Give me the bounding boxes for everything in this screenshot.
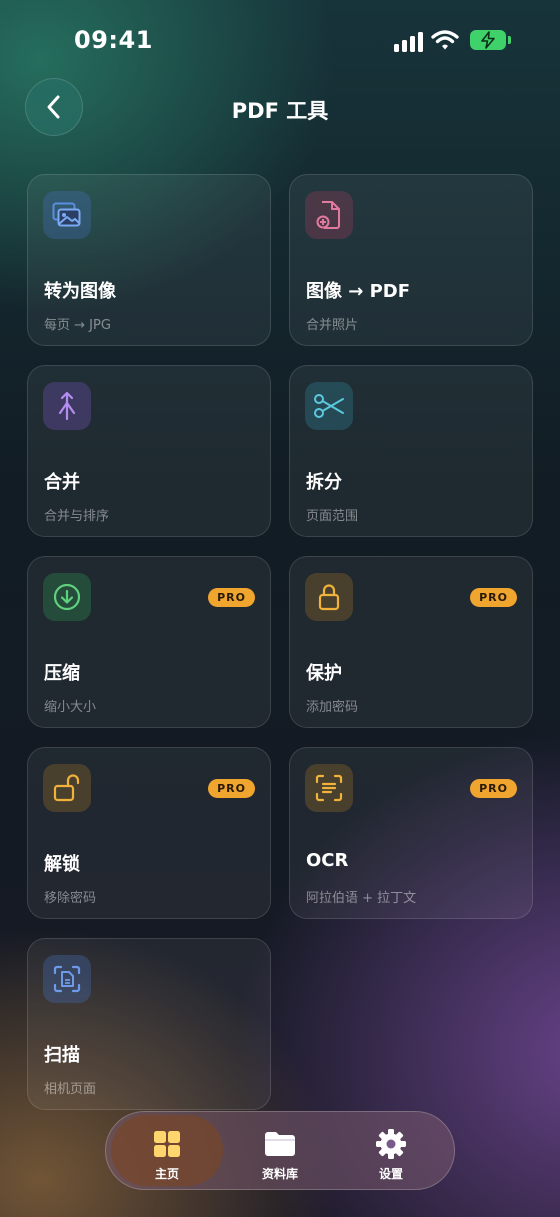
tab-library[interactable]: 资料库	[224, 1115, 336, 1186]
tab-label: 资料库	[261, 1167, 298, 1181]
tool-subtitle: 添加密码	[306, 700, 359, 715]
document-scan-icon	[43, 955, 91, 1003]
tool-title: 合并	[44, 472, 80, 493]
tool-subtitle: 移除密码	[44, 891, 97, 906]
tool-subtitle: 合并与排序	[44, 509, 110, 524]
tool-card-merge[interactable]: 合并 合并与排序	[27, 365, 271, 537]
tool-card-compress[interactable]: PRO 压缩 缩小大小	[27, 556, 271, 728]
tool-title: OCR	[306, 850, 349, 871]
download-circle-icon	[43, 573, 91, 621]
tool-title: 保护	[306, 663, 342, 684]
grid-icon	[153, 1129, 181, 1159]
tool-subtitle: 相机页面	[44, 1082, 97, 1097]
tool-title: 压缩	[44, 663, 80, 684]
cellular-signal-icon	[394, 30, 424, 52]
tool-title: 图像 → PDF	[306, 281, 411, 302]
tool-title: 拆分	[306, 472, 342, 493]
tool-card-to-image[interactable]: 转为图像 每页 → JPG	[27, 174, 271, 346]
status-time: 09:41	[74, 26, 153, 54]
tool-subtitle: 页面范围	[306, 509, 359, 524]
tool-title: 转为图像	[44, 281, 116, 302]
wifi-icon	[431, 30, 459, 50]
battery-charging-icon	[470, 30, 511, 50]
tool-title: 解锁	[44, 854, 80, 875]
file-add-icon	[305, 191, 353, 239]
lock-icon	[305, 573, 353, 621]
tool-subtitle: 缩小大小	[44, 700, 97, 715]
text-scan-icon	[305, 764, 353, 812]
tool-title: 扫描	[44, 1045, 80, 1066]
page-title: PDF 工具	[231, 99, 329, 123]
tool-subtitle: 阿拉伯语 + 拉丁文	[306, 891, 417, 906]
pro-badge: PRO	[208, 588, 255, 607]
tab-settings[interactable]: 设置	[335, 1115, 447, 1186]
tab-label: 设置	[378, 1167, 403, 1181]
scissors-icon	[305, 382, 353, 430]
tool-card-split[interactable]: 拆分 页面范围	[289, 365, 533, 537]
folder-icon	[263, 1129, 297, 1159]
merge-icon	[43, 382, 91, 430]
images-icon	[43, 191, 91, 239]
tab-label: 主页	[154, 1167, 179, 1181]
tool-subtitle: 合并照片	[306, 318, 359, 333]
pro-badge: PRO	[470, 588, 517, 607]
pro-badge: PRO	[208, 779, 255, 798]
tool-card-protect[interactable]: PRO 保护 添加密码	[289, 556, 533, 728]
status-bar: 09:41	[0, 0, 560, 84]
tool-card-ocr[interactable]: PRO OCR 阿拉伯语 + 拉丁文	[289, 747, 533, 919]
gear-icon	[375, 1129, 407, 1159]
tool-card-scan[interactable]: 扫描 相机页面	[27, 938, 271, 1110]
tool-subtitle: 每页 → JPG	[44, 318, 111, 333]
tab-bar: 主页 资料库 设置	[105, 1111, 455, 1190]
unlock-icon	[43, 764, 91, 812]
pro-badge: PRO	[470, 779, 517, 798]
tool-card-image-to-pdf[interactable]: 图像 → PDF 合并照片	[289, 174, 533, 346]
tool-card-unlock[interactable]: PRO 解锁 移除密码	[27, 747, 271, 919]
tab-home[interactable]: 主页	[111, 1115, 223, 1186]
